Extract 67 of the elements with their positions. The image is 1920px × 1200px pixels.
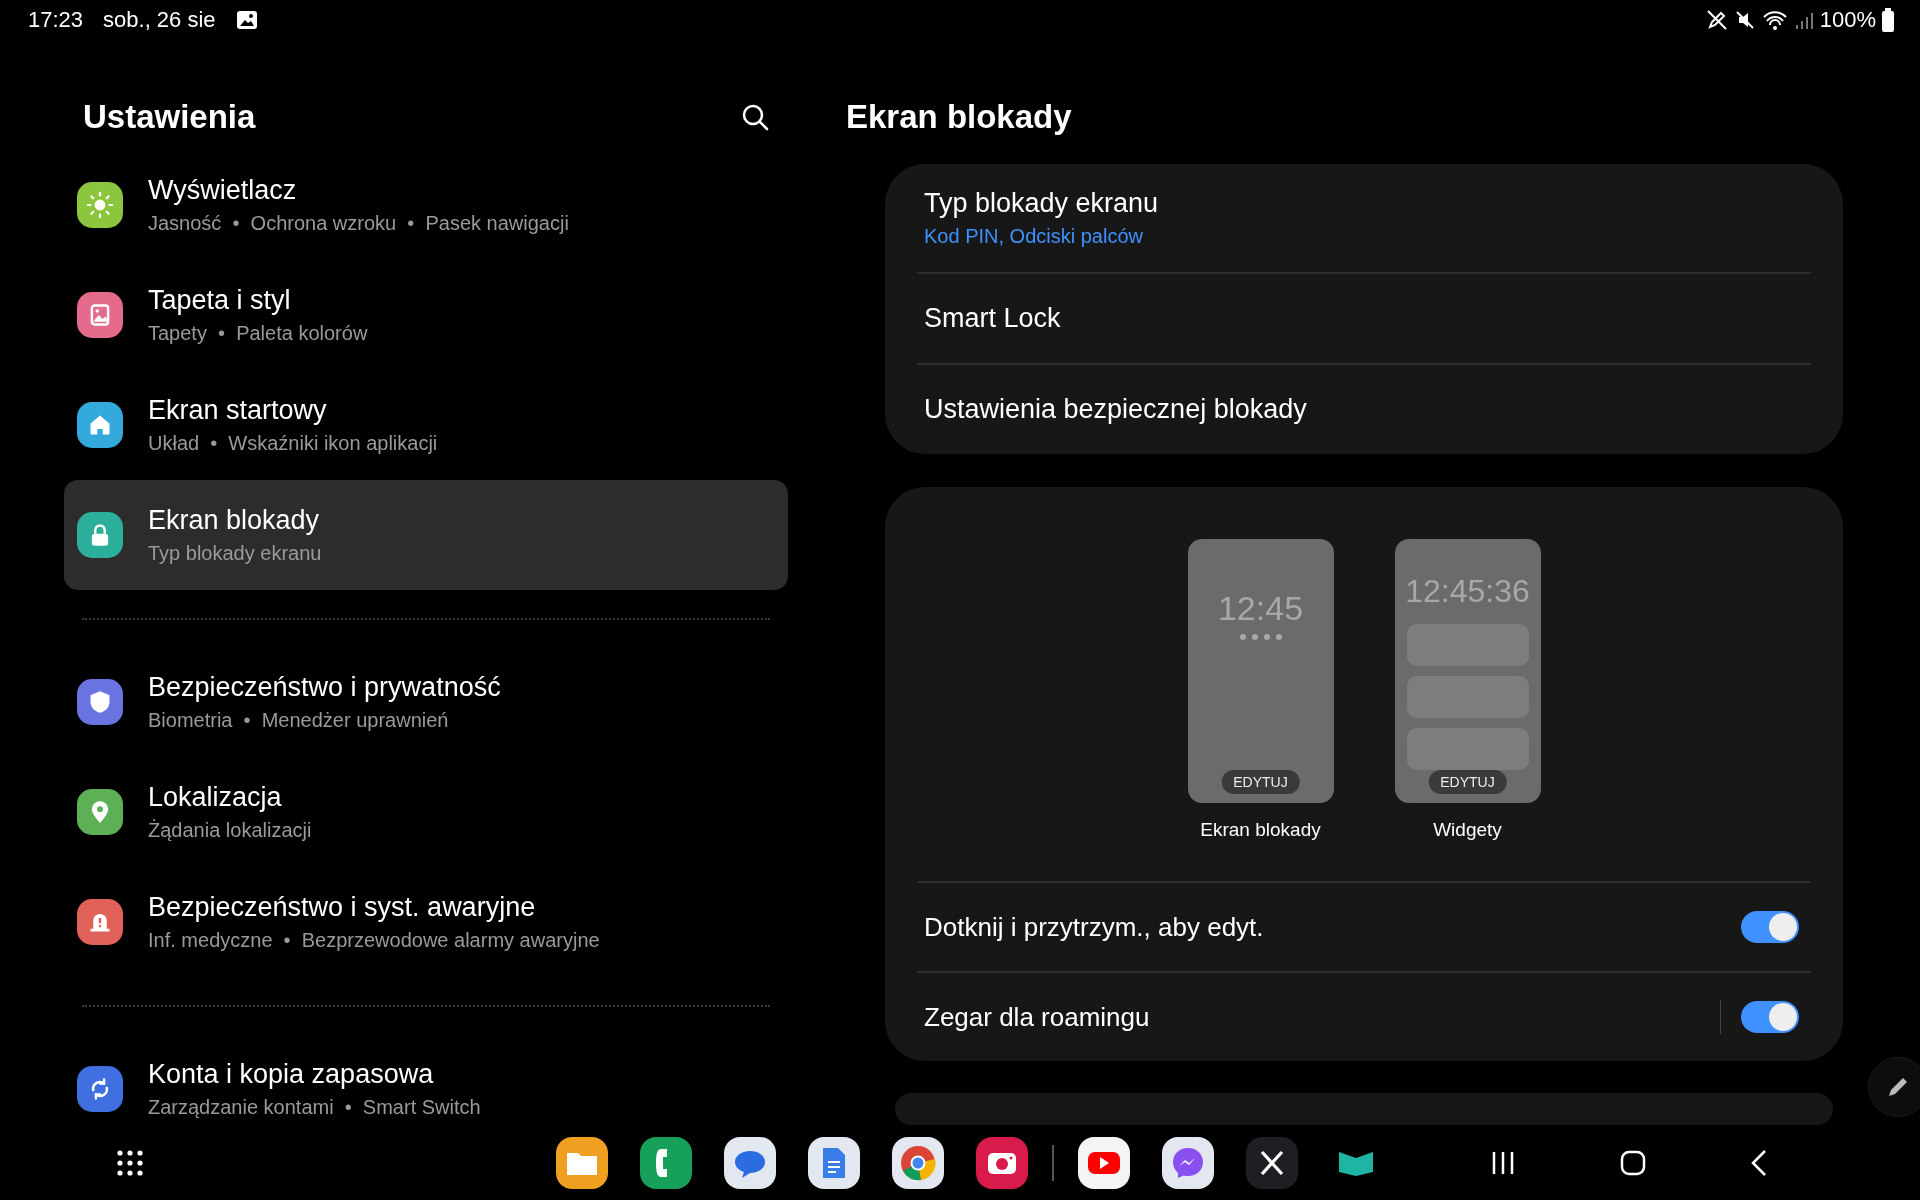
preview-clock: 12:45:36 <box>1405 573 1530 611</box>
item-title: Konta i kopia zapasowa <box>148 1059 435 1090</box>
toggle-switch[interactable] <box>1741 911 1799 944</box>
toggle-row[interactable]: Dotknij i przytrzym., aby edyt. <box>917 881 1811 972</box>
item-title: Wyświetlacz <box>148 175 298 206</box>
settings-item[interactable]: Wyświetlacz Jasność • Ochrona wzroku • Pasek nawigacji <box>64 150 788 260</box>
settings-item[interactable]: Bezpieczeństwo i prywatność Biometria • Menedżer uprawnień <box>64 647 788 757</box>
settings-item[interactable]: Tapeta i styl Tapety • Paleta kolorów <box>64 260 788 370</box>
item-title: Tapeta i styl <box>148 285 292 316</box>
status-time: 17:23 <box>28 7 84 33</box>
item-subtitle: Układ • Wskaźniki ikon aplikacji <box>148 432 438 455</box>
back-icon[interactable] <box>1750 1148 1768 1177</box>
item-title: Lokalizacja <box>148 782 283 813</box>
toggle-switch[interactable] <box>1741 1001 1799 1034</box>
app-drawer-icon[interactable] <box>116 1148 144 1177</box>
mute-icon <box>1733 9 1756 31</box>
search-icon[interactable] <box>740 102 770 132</box>
settings-item[interactable]: Konta i kopia zapasowa Zarządzanie kontami • Smart Switch <box>64 1034 788 1125</box>
pin-dots-icon <box>1239 634 1282 641</box>
item-title: Ekran startowy <box>148 395 328 426</box>
settings-row[interactable]: Smart Lock <box>917 274 1811 366</box>
settings-title: Ustawienia <box>83 98 256 136</box>
edit-button[interactable]: EDYTUJ <box>1428 770 1507 795</box>
lock-screen-preview[interactable]: 12:45 EDYTUJ <box>1187 539 1334 804</box>
settings-item[interactable]: Lokalizacja Żądania lokalizacji <box>64 757 788 867</box>
battery-percent: 100% <box>1819 7 1876 33</box>
preview-label: Ekran blokady <box>1200 819 1321 842</box>
item-subtitle: Inf. medyczne • Bezprzewodowe alarmy awaryjne <box>148 929 600 952</box>
chat-bubble-app-icon[interactable] <box>724 1136 776 1189</box>
item-subtitle: Zarządzanie kontami • Smart Switch <box>148 1096 481 1119</box>
messenger-app-icon[interactable] <box>1162 1136 1214 1189</box>
browser-app-icon[interactable] <box>892 1136 944 1189</box>
toggle-label: Dotknij i przytrzym., aby edyt. <box>924 911 1264 943</box>
camera-app-icon[interactable] <box>976 1136 1028 1189</box>
document-app-icon[interactable] <box>808 1136 860 1189</box>
wifi-icon <box>1761 9 1788 31</box>
toggle-row[interactable]: Zegar dla roamingu <box>917 971 1811 1062</box>
settings-row[interactable]: Ustawienia bezpiecznej blokady <box>917 365 1811 455</box>
widgets-preview[interactable]: 12:45:36 EDYTUJ <box>1394 539 1541 804</box>
settings-item[interactable]: Ekran blokady Typ blokady ekranu <box>64 480 788 590</box>
item-subtitle: Tapety • Paleta kolorów <box>148 322 368 345</box>
folder-app-icon[interactable] <box>556 1136 608 1189</box>
preview-clock: 12:45 <box>1217 589 1304 629</box>
settings-row[interactable]: Typ blokady ekranu Kod PIN, Odciski palców <box>917 164 1811 275</box>
item-title: Ekran blokady <box>148 505 321 536</box>
image-notification-icon <box>235 9 258 31</box>
item-subtitle: Typ blokady ekranu <box>148 542 322 565</box>
video-play-app-icon[interactable] <box>1078 1136 1130 1189</box>
x-app-icon[interactable] <box>1246 1136 1298 1189</box>
toggle-label: Zegar dla roamingu <box>924 1001 1150 1033</box>
item-title: Bezpieczeństwo i prywatność <box>148 672 501 703</box>
home-button-icon[interactable] <box>1620 1149 1646 1176</box>
page-title: Ekran blokady <box>846 97 1072 136</box>
preview-label: Widgety <box>1433 819 1502 842</box>
pen-button[interactable] <box>1868 1057 1920 1117</box>
settings-item[interactable]: Ekran startowy Układ • Wskaźniki ikon aplikacji <box>64 370 788 480</box>
edit-button[interactable]: EDYTUJ <box>1221 770 1300 795</box>
item-subtitle: Żądania lokalizacji <box>148 819 312 842</box>
item-title: Bezpieczeństwo i syst. awaryjne <box>148 892 537 923</box>
item-subtitle: Jasność • Ochrona wzroku • Pasek nawigacji <box>148 212 569 235</box>
status-date: sob., 26 sie <box>103 7 216 33</box>
item-subtitle: Biometria • Menedżer uprawnień <box>148 709 450 732</box>
settings-item[interactable]: Bezpieczeństwo i syst. awaryjne Inf. medyczne • Bezprzewodowe alarmy awaryjne <box>64 867 788 977</box>
recent-apps-icon[interactable] <box>1490 1149 1516 1176</box>
battery-icon <box>1882 8 1894 32</box>
phone-app-icon[interactable] <box>640 1136 692 1189</box>
pen-off-icon <box>1705 9 1728 31</box>
